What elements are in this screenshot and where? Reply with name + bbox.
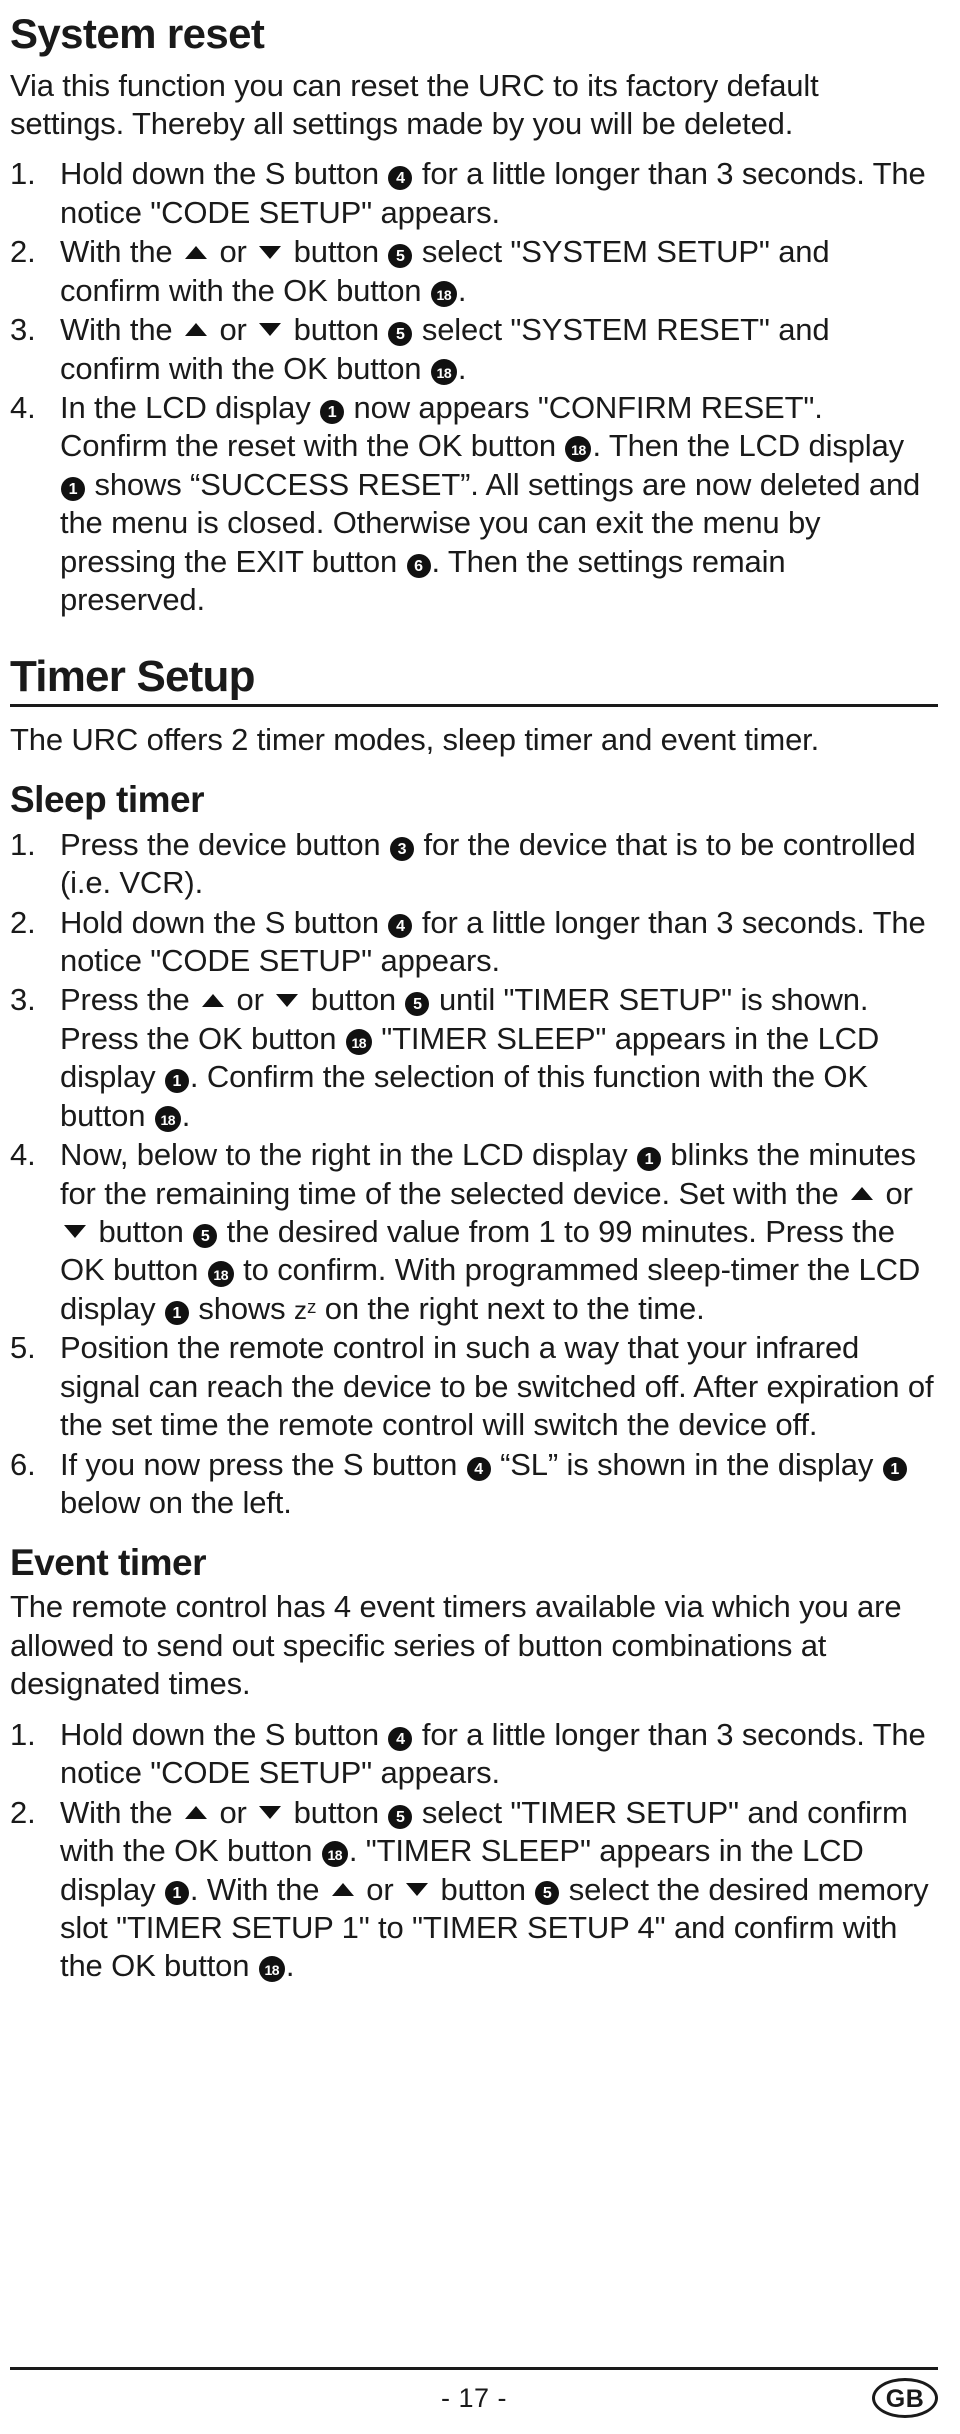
step-item: 4. Now, below to the right in the LCD dis… <box>10 1137 921 1326</box>
step-item: 6. If you now press the S button 4 “SL” i… <box>10 1446 938 1523</box>
arrow-down-icon <box>259 323 282 337</box>
system-reset-intro: Via this function you can reset the URC … <box>10 67 819 141</box>
button-reference-badge-5: 5 <box>388 1804 413 1829</box>
step-number: 2. <box>10 234 36 270</box>
button-reference-badge-18: 18 <box>565 436 592 463</box>
step-item: 1. Hold down the S button 4 for a little … <box>10 156 926 230</box>
arrow-down-icon <box>276 993 299 1007</box>
step-item: 2. Hold down the S button 4 for a little … <box>10 904 926 978</box>
step-number: 2. <box>10 904 36 940</box>
arrow-up-icon <box>331 1882 354 1896</box>
event-timer-steps: 1. Hold down the S button 4 for a little … <box>10 1716 938 1986</box>
page-number: - 17 - <box>440 2383 508 2413</box>
step-item: 4. In the LCD display 1 now appears "CONF… <box>10 390 921 618</box>
arrow-down-icon <box>406 1882 429 1896</box>
button-reference-badge-18: 18 <box>258 1956 285 1983</box>
button-reference-badge-18: 18 <box>430 280 457 307</box>
subsection-heading-sleep-timer: Sleep timer <box>10 778 204 820</box>
button-reference-badge-5: 5 <box>193 1223 218 1248</box>
step-number: 3. <box>10 982 36 1018</box>
step-number: 1. <box>10 156 36 192</box>
button-reference-badge-5: 5 <box>405 992 430 1017</box>
step-item: 2. With the or button 5 select "SYSTEM SE… <box>10 234 830 308</box>
step-number: 5. <box>10 1330 36 1366</box>
step-number: 4. <box>10 1137 36 1173</box>
button-reference-badge-1: 1 <box>320 399 345 424</box>
button-reference-badge-18: 18 <box>345 1028 372 1055</box>
step-number: 3. <box>10 312 36 348</box>
page-title-system-reset: System reset <box>10 10 265 57</box>
button-reference-badge-1: 1 <box>164 1069 189 1094</box>
step-item: 3. Press the or button 5 until "TIMER SET… <box>10 982 880 1133</box>
button-reference-badge-18: 18 <box>321 1841 348 1868</box>
sleep-zz-icon: zᶻ <box>293 1294 317 1325</box>
step-item: 2. With the or button 5 select "TIMER SET… <box>10 1794 929 1984</box>
section-heading-timer-setup: Timer Setup <box>10 651 255 701</box>
arrow-up-icon <box>184 323 207 337</box>
step-number: 1. <box>10 1716 36 1752</box>
button-reference-badge-1: 1 <box>164 1300 189 1325</box>
button-reference-badge-3: 3 <box>389 836 414 861</box>
arrow-up-icon <box>202 993 225 1007</box>
step-item: 5. Position the remote control in such a … <box>10 1330 934 1443</box>
button-reference-badge-4: 4 <box>388 166 413 191</box>
button-reference-badge-5: 5 <box>388 322 413 347</box>
timer-setup-intro: The URC offers 2 timer modes, sleep time… <box>10 722 820 758</box>
button-reference-badge-1: 1 <box>164 1881 189 1906</box>
step-number: 1. <box>10 826 36 862</box>
button-reference-badge-5: 5 <box>388 244 413 269</box>
button-reference-badge-18: 18 <box>207 1260 234 1287</box>
arrow-down-icon <box>259 245 282 259</box>
arrow-up-icon <box>184 245 207 259</box>
button-reference-badge-1: 1 <box>882 1456 907 1481</box>
button-reference-badge-4: 4 <box>388 914 413 939</box>
step-item: 1. Press the device button 3 for the devi… <box>10 826 916 901</box>
arrow-down-icon <box>259 1805 282 1819</box>
step-number: 4. <box>10 390 36 426</box>
heading-divider <box>10 704 938 708</box>
button-reference-badge-1: 1 <box>61 476 85 501</box>
system-reset-steps: 1. Hold down the S button 4 for a little … <box>10 155 938 619</box>
footer-divider <box>10 2367 938 2370</box>
button-reference-badge-1: 1 <box>636 1147 661 1172</box>
button-reference-badge-4: 4 <box>466 1456 491 1481</box>
step-number: 2. <box>10 1794 36 1830</box>
subsection-heading-event-timer: Event timer <box>10 1541 207 1583</box>
arrow-up-icon <box>184 1805 207 1819</box>
step-item: 1. Hold down the S button 4 for a little … <box>10 1716 926 1791</box>
step-number: 6. <box>10 1446 36 1482</box>
button-reference-badge-4: 4 <box>388 1726 413 1751</box>
arrow-up-icon <box>851 1186 874 1200</box>
step-item: 3. With the or button 5 select "SYSTEM RE… <box>10 312 830 386</box>
footer-row: - 17 - GB <box>10 2378 938 2424</box>
manual-page: System reset Via this function you can r… <box>0 0 960 2434</box>
button-reference-badge-18: 18 <box>430 358 457 385</box>
button-reference-badge-5: 5 <box>535 1881 560 1906</box>
button-reference-badge-6: 6 <box>406 553 431 578</box>
sleep-timer-steps: 1. Press the device button 3 for the devi… <box>10 826 938 1523</box>
page-footer: - 17 - GB <box>10 2367 938 2424</box>
button-reference-badge-18: 18 <box>154 1105 181 1132</box>
arrow-down-icon <box>64 1225 86 1239</box>
event-timer-intro: The remote control has 4 event timers av… <box>10 1589 902 1702</box>
locale-badge: GB <box>872 2378 938 2418</box>
